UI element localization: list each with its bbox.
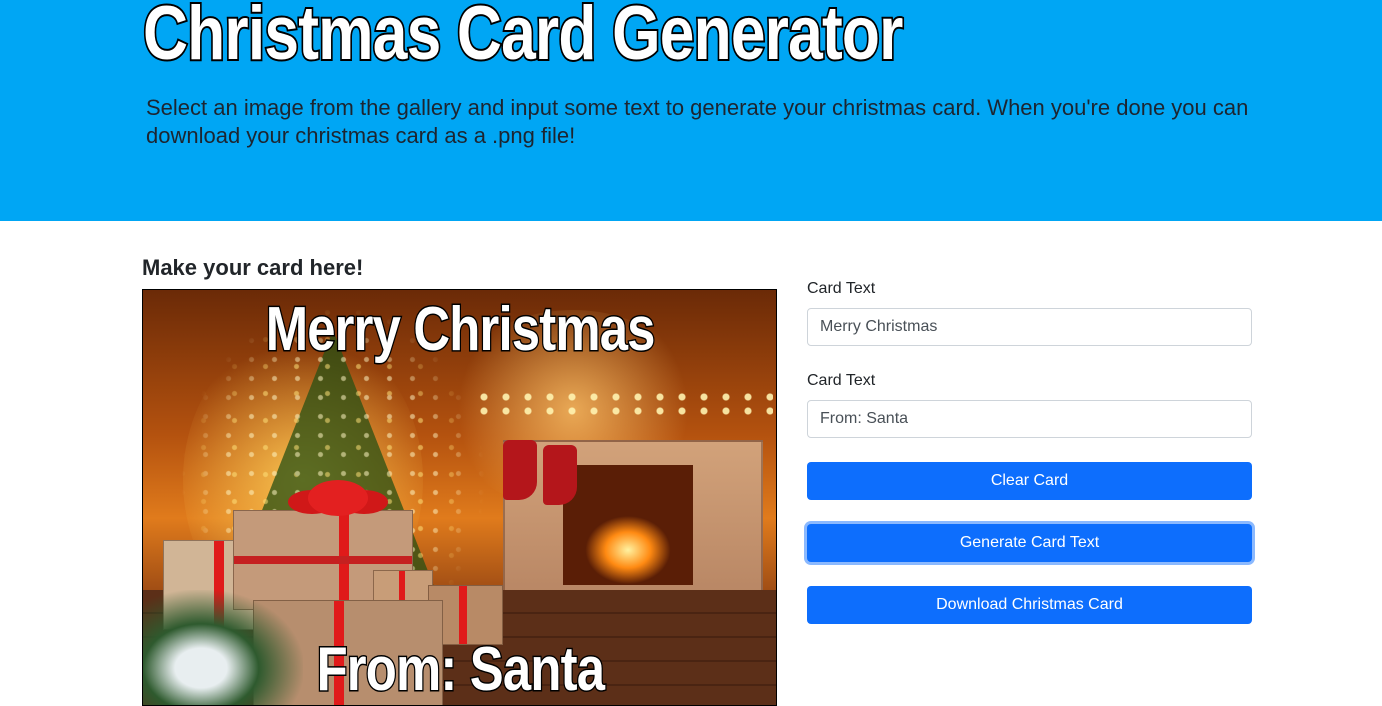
card-bottom-text: From: Santa — [315, 634, 606, 706]
mantle-lights-image — [473, 390, 773, 420]
card-preview-canvas: Merry Christmas From: Santa — [142, 289, 777, 706]
hero-banner: Christmas Card Generator Select an image… — [0, 0, 1382, 221]
stocking-image — [503, 440, 537, 500]
card-text-label: Card Text — [807, 372, 876, 389]
card-form: Card Text Card Text Clear Card Generate … — [807, 278, 1252, 624]
section-heading: Make your card here! — [142, 255, 364, 280]
page-description: Select an image from the gallery and inp… — [146, 95, 1249, 148]
card-top-text-input[interactable] — [807, 308, 1252, 346]
gift-bow-image — [308, 480, 368, 516]
download-card-button[interactable]: Download Christmas Card — [807, 586, 1252, 624]
fire-image — [563, 465, 693, 585]
card-text-label: Card Text — [807, 280, 876, 297]
card-bottom-text-input[interactable] — [807, 400, 1252, 438]
stocking-image — [543, 445, 577, 505]
clear-card-button[interactable]: Clear Card — [807, 462, 1252, 500]
card-top-text: Merry Christmas — [265, 294, 657, 366]
page-title: Christmas Card Generator — [141, 0, 905, 76]
generate-card-text-button[interactable]: Generate Card Text — [807, 524, 1252, 562]
